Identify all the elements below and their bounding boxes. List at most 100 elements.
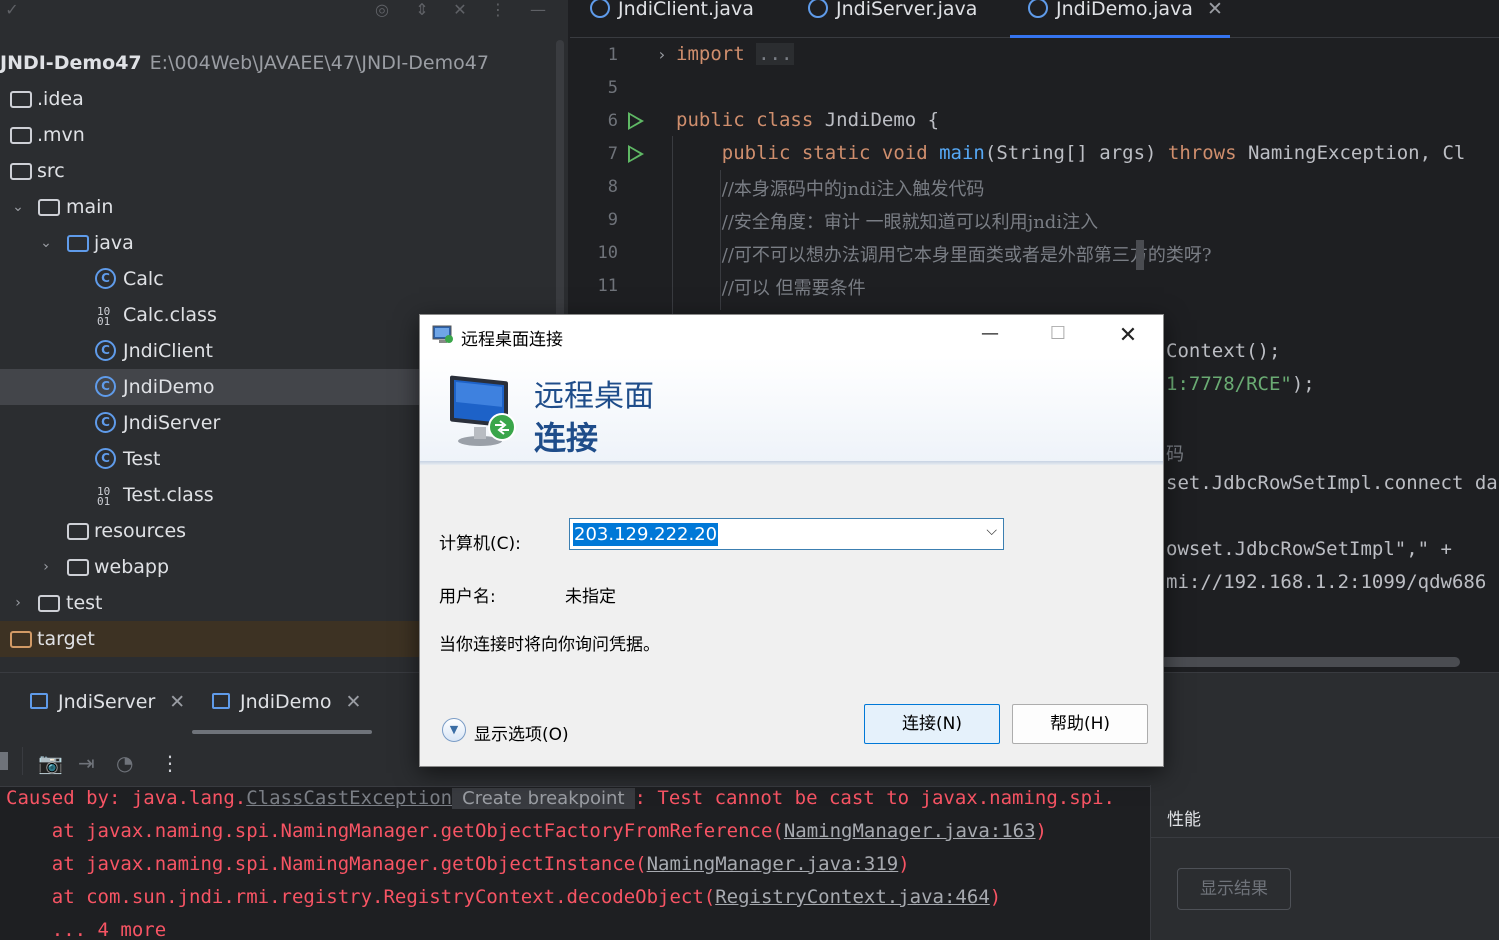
banner-line-1: 远程桌面 (534, 379, 654, 414)
binary-file-icon: 10 01 (97, 305, 111, 328)
code-line-8: //本身源码中的jndi注入触发代码 (676, 179, 985, 200)
line-number: 11 (597, 276, 618, 296)
console-scrollbar[interactable] (1136, 240, 1144, 270)
performance-panel: 性能 显示结果 (1150, 785, 1499, 940)
resources-folder-icon (67, 523, 89, 540)
tab-jndidemo[interactable]: JndiDemo.java ✕ (1010, 0, 1230, 38)
indent-guide (720, 170, 721, 310)
chevron-down-icon[interactable]: ⌄ (38, 225, 54, 261)
project-toolbar: ✓ ◎ ⇕ ✕ ⋮ — (0, 0, 568, 40)
class-icon (808, 0, 828, 18)
line-number: 5 (607, 78, 618, 98)
dialog-title: 远程桌面连接 (461, 330, 563, 350)
tree-item-label: .idea (37, 88, 84, 110)
close-icon[interactable]: ✕ (169, 691, 185, 713)
code-line-6: public class JndiDemo { (676, 109, 940, 131)
tree-item-label: Calc (123, 268, 164, 290)
editor-horizontal-scrollbar[interactable] (1160, 657, 1460, 667)
tab-jndiclient[interactable]: JndiClient.java (590, 0, 754, 38)
source-folder-icon (67, 235, 89, 252)
stack-link[interactable]: NamingManager.java:163 (784, 820, 1036, 842)
project-root[interactable]: JNDI-Demo47 E:\004Web\JAVAEE\47\JNDI-Demo… (0, 48, 489, 78)
close-button[interactable]: ✕ (1108, 323, 1148, 349)
class-icon: C (95, 448, 116, 469)
close-icon[interactable]: ✕ (1207, 0, 1223, 20)
tree-item-src[interactable]: src (0, 153, 568, 189)
more-icon[interactable]: ⋮ (160, 751, 180, 775)
help-button[interactable]: 帮助(H) (1012, 704, 1148, 744)
divider (1151, 837, 1499, 838)
maximize-button[interactable]: ☐ (1038, 323, 1078, 349)
computer-value[interactable]: 203.129.222.20 (573, 523, 719, 546)
hide-icon[interactable]: — (526, 0, 550, 20)
exit-icon[interactable]: ⇥ (78, 751, 95, 775)
console-line: at com.sun.jndi.rmi.registry.RegistryCon… (6, 886, 1002, 908)
gauge-icon[interactable]: ◔ (116, 751, 133, 775)
tree-item-label: JndiDemo (123, 376, 215, 398)
collapse-icon[interactable]: ✓ (0, 0, 24, 20)
tree-item-label: Calc.class (123, 304, 217, 326)
stack-link[interactable]: RegistryContext.java:464 (715, 886, 990, 908)
run-gutter-icon[interactable] (628, 112, 644, 130)
console-line: ... 4 more (6, 919, 167, 940)
connect-button[interactable]: 连接(N) (864, 704, 1000, 744)
chevron-down-icon[interactable]: ⌵ (986, 523, 997, 539)
run-tab-jndidemo[interactable]: JndiDemo ✕ (212, 691, 361, 719)
dialog-titlebar[interactable]: 远程桌面连接 — ☐ ✕ (420, 315, 1163, 357)
exception-link[interactable]: ClassCastException (246, 787, 452, 809)
show-results-button[interactable]: 显示结果 (1177, 868, 1291, 910)
stack-link[interactable]: NamingManager.java:319 (647, 853, 899, 875)
show-options-link[interactable]: 显示选项(O) (474, 720, 569, 745)
minimize-button[interactable]: — (970, 323, 1010, 349)
console-line: at javax.naming.spi.NamingManager.getObj… (6, 820, 1047, 842)
expand-options-icon[interactable]: ▼ (442, 718, 466, 742)
banner-line-2: 连接 (534, 419, 599, 457)
code-fragment: owset.JdbcRowSetImpl"," + (1166, 538, 1452, 560)
chevron-down-icon[interactable]: ⌄ (10, 189, 26, 225)
monitor-icon (450, 375, 516, 446)
tree-item-calc[interactable]: C Calc (0, 261, 568, 297)
code-fragment: mi://192.168.1.2:1099/qdw686 (1166, 571, 1487, 593)
username-value: 未指定 (565, 587, 616, 607)
tree-item-main[interactable]: ⌄ main (0, 189, 568, 225)
performance-title: 性能 (1167, 810, 1201, 830)
computer-combobox[interactable]: 203.129.222.20 ⌵ (569, 518, 1004, 550)
tree-item-label: src (37, 160, 65, 182)
stop-icon[interactable] (0, 752, 8, 770)
tree-item-idea[interactable]: .idea (0, 81, 568, 117)
binary-file-icon: 10 01 (97, 485, 111, 508)
tree-item-label: Test (123, 448, 161, 470)
tree-item-label: java (94, 232, 134, 254)
runnable-class-icon: C (95, 376, 116, 397)
close-icon[interactable]: ✕ (345, 691, 361, 713)
tree-item-label: webapp (94, 556, 170, 578)
collapse-all-icon[interactable]: ✕ (448, 0, 472, 20)
camera-icon[interactable]: 📷 (38, 751, 63, 775)
line-number: 6 (607, 111, 618, 131)
options-icon[interactable]: ⋮ (486, 0, 510, 20)
code-line-11: //可以 但需要条件 (676, 278, 866, 299)
console-line: at javax.naming.spi.NamingManager.getObj… (6, 853, 910, 875)
editor-tabs: JndiClient.java JndiServer.java JndiDemo… (570, 0, 1499, 38)
tree-item-label: JndiServer (123, 412, 221, 434)
username-label: 用户名: (439, 587, 496, 607)
line-number: 9 (607, 210, 618, 230)
tab-jndiserver[interactable]: JndiServer.java (808, 0, 977, 38)
code-line-10: //可不可以想办法调用它本身里面类或者是外部第三方的类呀? (676, 245, 1212, 266)
tree-item-mvn[interactable]: .mvn (0, 117, 568, 153)
dialog-banner: 远程桌面 连接 (420, 357, 1163, 463)
run-gutter-icon[interactable] (628, 145, 644, 163)
chevron-right-icon[interactable]: › (10, 585, 26, 621)
line-number: 7 (607, 144, 618, 164)
run-tab-jndiserver[interactable]: JndiServer ✕ (30, 691, 185, 719)
create-breakpoint-tooltip[interactable]: Create breakpoint (452, 788, 635, 809)
fold-chevron-icon[interactable]: › (654, 45, 670, 64)
tree-item-java[interactable]: ⌄ java (0, 225, 568, 261)
chevron-right-icon[interactable]: › (38, 549, 54, 585)
expand-all-icon[interactable]: ⇕ (410, 0, 434, 20)
locate-icon[interactable]: ◎ (370, 0, 394, 20)
project-root-name: JNDI-Demo47 (0, 52, 142, 74)
folder-icon (38, 199, 60, 216)
class-icon (590, 0, 610, 18)
console-output[interactable]: Caused by: java.lang.ClassCastException C… (0, 787, 1150, 940)
